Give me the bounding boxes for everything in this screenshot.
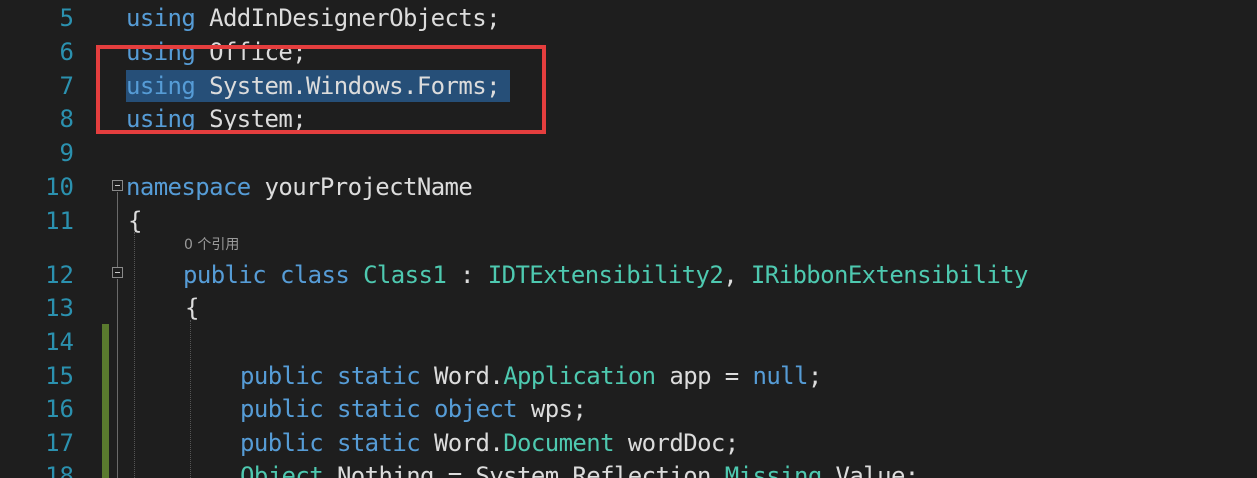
code-line-17[interactable]: public static Word.Document wordDoc; [240,426,739,460]
keyword: public [240,395,324,423]
collapse-class-icon[interactable] [112,267,123,278]
change-indicator-bar [102,324,109,478]
keyword: public [240,362,324,390]
type-name: IDTExtensibility2 [487,261,724,289]
code-line-18[interactable]: Object Nothing = System.Reflection.Missi… [240,459,919,478]
code-text: wps; [517,395,587,423]
code-text: app = [655,362,753,390]
keyword: class [279,261,350,289]
keyword: namespace [126,173,251,201]
code-text: wordDoc; [613,429,739,457]
code-text: ; [807,362,822,390]
code-line-13[interactable]: { [185,291,199,325]
codelens-references[interactable]: 0 个引用 [184,236,239,254]
code-editor[interactable]: 5 6 7 8 9 10 11 12 13 14 15 16 17 18 usi… [0,0,1257,478]
code-text: Word. [433,362,504,390]
code-line-11[interactable]: { [128,204,142,238]
line-number: 10 [45,173,74,201]
type-name: Document [503,429,614,457]
indent-guide [134,232,135,478]
line-number: 7 [59,72,74,100]
type-name: IRibbonExtensibility [750,261,1029,289]
brace: { [185,294,199,322]
code-line-10[interactable]: namespace yourProjectName [126,170,473,204]
code-text: AddInDesignerObjects; [195,4,500,32]
code-line-5[interactable]: using AddInDesignerObjects; [126,1,501,35]
keyword: public [183,261,267,289]
line-number: 14 [45,328,74,356]
keyword: static [336,362,421,390]
code-text: .Value; [821,462,920,478]
keyword: public [240,429,324,457]
code-text: : [446,261,488,289]
type-name: Class1 [363,261,447,289]
keyword: object [433,395,518,423]
code-text: Nothing = System.Reflection. [323,462,725,478]
type-name: Application [503,362,656,390]
line-number: 13 [45,294,74,322]
type-name: Missing [724,462,823,478]
code-text: yourProjectName [250,173,473,201]
line-number: 12 [45,261,74,289]
code-text: Word. [433,429,504,457]
code-line-16[interactable]: public static object wps; [240,392,587,426]
line-number: 6 [59,38,74,66]
code-text: , [723,261,751,289]
type-name: Object [240,462,324,478]
brace: { [128,207,142,235]
keyword: null [752,362,808,390]
annotation-highlight-box [96,45,546,134]
collapse-namespace-icon[interactable] [112,180,123,191]
line-number: 16 [45,395,74,423]
line-number: 18 [45,462,74,478]
code-line-15[interactable]: public static Word.Application app = nul… [240,359,822,393]
line-number-gutter: 5 6 7 8 9 10 11 12 13 14 15 16 17 18 [0,0,80,478]
line-number: 15 [45,362,74,390]
line-number: 9 [59,139,74,167]
keyword: static [336,429,421,457]
fold-line [117,192,118,267]
keyword: using [126,4,196,32]
code-line-12[interactable]: public class Class1 : IDTExtensibility2,… [183,258,1028,292]
fold-line [117,279,118,478]
indent-guide [190,320,191,478]
line-number: 5 [59,4,74,32]
keyword: static [336,395,421,423]
line-number: 17 [45,429,74,457]
line-number: 8 [59,105,74,133]
line-number: 11 [45,207,74,235]
